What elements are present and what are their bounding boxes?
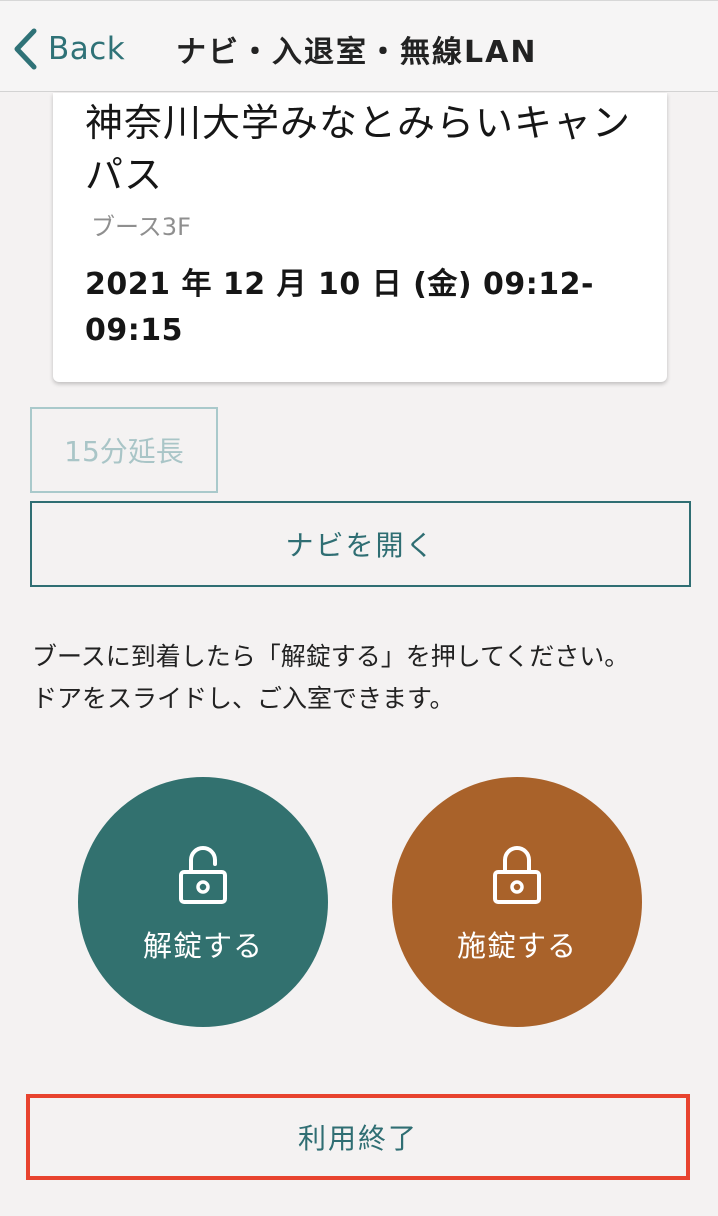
end-use-button[interactable]: 利用終了 [26, 1094, 690, 1180]
unlock-label: 解錠する [142, 929, 263, 963]
instructions-line-2: ドアをスライドし、ご入室できます。 [32, 684, 455, 713]
lock-button[interactable]: 施錠する [392, 777, 642, 1027]
chevron-left-icon [12, 28, 38, 70]
lock-label: 施錠する [456, 929, 577, 963]
header-bar: Back ナビ・入退室・無線LAN [0, 0, 718, 92]
instructions-line-1: ブースに到着したら「解錠する」を押してください。 [32, 642, 630, 671]
back-button[interactable]: Back [12, 25, 125, 73]
unlock-button[interactable]: 解錠する [78, 777, 328, 1027]
page-title: ナビ・入退室・無線LAN [176, 35, 538, 70]
instructions-text: ブースに到着したら「解錠する」を押してください。 ドアをスライドし、ご入室できま… [32, 636, 692, 720]
booth-label: ブース3F [91, 213, 191, 241]
extend-15min-button[interactable]: 15分延長 [30, 407, 218, 493]
venue-name: 神奈川大学みなとみらいキャンパス [85, 101, 632, 197]
lock-icon [492, 845, 542, 909]
reservation-card: 神奈川大学みなとみらいキャンパス ブース3F 2021 年 12 月 10 日 … [53, 93, 667, 382]
back-label: Back [48, 31, 126, 67]
unlock-icon [178, 845, 228, 909]
open-navi-button[interactable]: ナビを開く [30, 501, 691, 587]
reservation-datetime: 2021 年 12 月 10 日 (金) 09:12-09:15 [85, 267, 594, 348]
